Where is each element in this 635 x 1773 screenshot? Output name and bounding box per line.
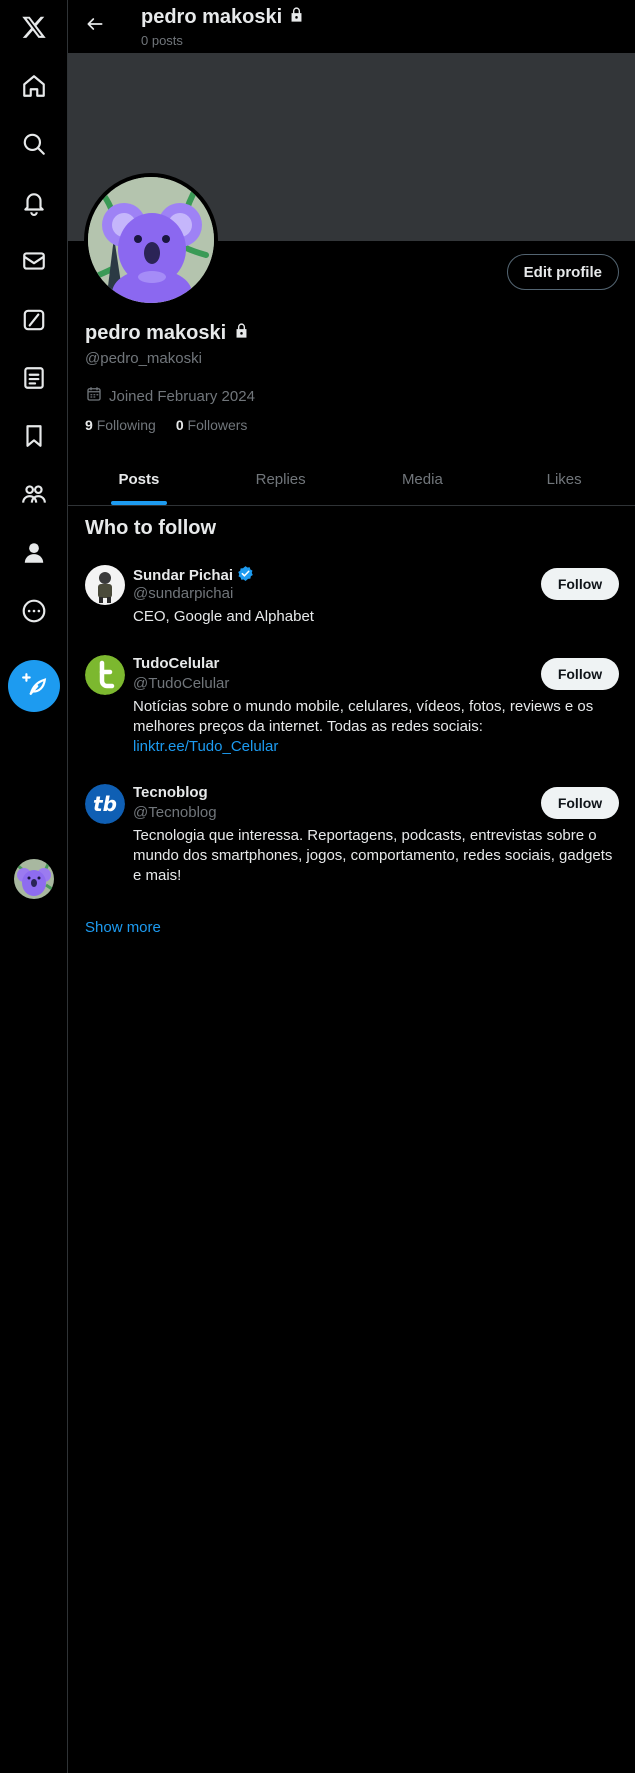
profile-icon[interactable] (14, 533, 54, 573)
compose-post-icon (21, 671, 47, 702)
grok-icon[interactable] (14, 300, 54, 340)
suggestion-item[interactable]: tb Tecnoblog @Tecnoblog Tecnologia que i… (85, 784, 619, 894)
suggestion-name: Tecnoblog (133, 784, 208, 801)
svg-text:tb: tb (93, 792, 117, 816)
home-icon[interactable] (14, 66, 54, 106)
profile-avatar[interactable] (84, 173, 218, 307)
suggestion-item[interactable]: TudoCelular @TudoCelular Notícias sobre … (85, 655, 619, 765)
profile-tabs: Posts Replies Media Likes (68, 453, 635, 506)
who-to-follow-title: Who to follow (85, 517, 217, 539)
following-label: Following (96, 417, 156, 433)
search-icon[interactable] (14, 124, 54, 164)
profile-column: pedro makoski 0 posts Edit profile pedro… (68, 0, 635, 1773)
follow-button[interactable]: Follow (541, 787, 619, 819)
profile-name: pedro makoski (85, 322, 227, 344)
back-button[interactable] (78, 9, 112, 43)
followers-count: 0 (175, 417, 184, 433)
calendar-icon (85, 385, 103, 407)
sidebar-nav (0, 0, 68, 1773)
suggestion-name-wrap[interactable]: Sundar Pichai (133, 565, 254, 586)
notifications-icon[interactable] (14, 183, 54, 223)
verified-badge-icon (237, 565, 254, 586)
suggestion-bio: Notícias sobre o mundo mobile, celulares… (133, 698, 594, 735)
compose-post-button[interactable] (8, 660, 60, 712)
communities-icon[interactable] (14, 474, 54, 514)
followers-label: Followers (187, 417, 248, 433)
suggestion-bio: CEO, Google and Alphabet (133, 608, 314, 625)
follow-stats: 9 Following 0 Followers (85, 417, 247, 433)
suggestion-handle: @Tecnoblog (133, 804, 217, 821)
joined-date: Joined February 2024 (85, 385, 255, 407)
following-link[interactable]: 9 Following (85, 417, 156, 433)
topbar-title-wrap: pedro makoski (141, 6, 305, 29)
messages-icon[interactable] (14, 241, 54, 281)
follow-button[interactable]: Follow (541, 658, 619, 690)
lock-icon (288, 6, 305, 29)
suggestion-name: TudoCelular (133, 655, 220, 672)
account-avatar[interactable] (14, 859, 54, 899)
tab-label: Posts (118, 470, 160, 488)
suggestion-name: Sundar Pichai (133, 567, 234, 584)
arrow-left-icon (85, 14, 105, 39)
suggestion-name-wrap[interactable]: TudoCelular (133, 655, 219, 672)
tab-likes[interactable]: Likes (493, 453, 635, 505)
suggestion-avatar[interactable] (85, 565, 125, 605)
bookmarks-icon[interactable] (14, 416, 54, 456)
edit-profile-button[interactable]: Edit profile (506, 254, 619, 290)
suggestion-bio-link[interactable]: linktr.ee/Tudo_Celular (133, 738, 278, 755)
following-count: 9 (85, 417, 93, 433)
suggestion-bio-wrap: Notícias sobre o mundo mobile, celulares… (133, 697, 617, 757)
profile-handle: @pedro_makoski (85, 350, 202, 367)
joined-text: Joined February 2024 (109, 387, 255, 405)
tab-posts[interactable]: Posts (68, 453, 210, 505)
active-tab-indicator (110, 501, 167, 505)
tab-label: Replies (255, 470, 306, 488)
x-logo-icon[interactable] (14, 7, 54, 47)
suggestion-name-wrap[interactable]: Tecnoblog (133, 784, 208, 801)
more-icon[interactable] (14, 591, 54, 631)
suggestion-avatar[interactable] (85, 655, 125, 695)
lists-icon[interactable] (14, 358, 54, 398)
tab-label: Media (401, 470, 443, 488)
tab-media[interactable]: Media (352, 453, 494, 505)
suggestion-item[interactable]: Sundar Pichai @sundarpichai CEO, Google … (85, 565, 619, 635)
profile-topbar: pedro makoski 0 posts (68, 0, 635, 53)
followers-link[interactable]: 0 Followers (176, 417, 248, 433)
follow-button[interactable]: Follow (541, 568, 619, 600)
posts-count: 0 posts (141, 33, 183, 48)
topbar-name: pedro makoski (141, 6, 283, 28)
suggestion-avatar[interactable]: tb (85, 784, 125, 824)
profile-name-wrap: pedro makoski (85, 322, 250, 345)
tab-replies[interactable]: Replies (210, 453, 352, 505)
suggestion-handle: @TudoCelular (133, 675, 230, 692)
lock-icon (233, 322, 250, 345)
suggestion-bio: Tecnologia que interessa. Reportagens, p… (133, 827, 613, 884)
show-more-link[interactable]: Show more (85, 919, 161, 936)
suggestion-handle: @sundarpichai (133, 585, 234, 602)
tab-label: Likes (546, 470, 582, 488)
